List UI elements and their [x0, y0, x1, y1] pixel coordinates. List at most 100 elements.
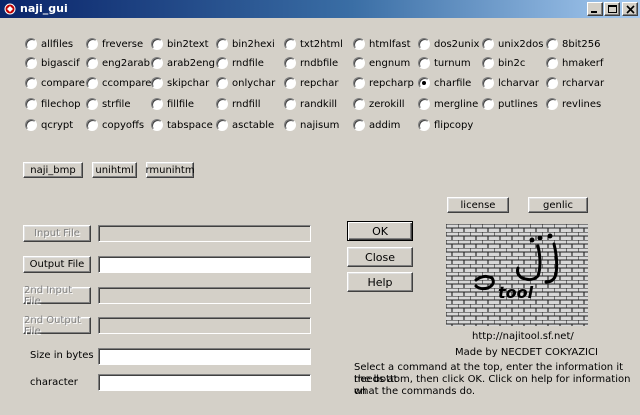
second-input-file-button[interactable]: 2nd Input File [23, 285, 91, 307]
radio-button-icon[interactable] [216, 38, 228, 50]
radio-button-icon[interactable] [284, 98, 296, 110]
close-window-button[interactable] [622, 2, 638, 16]
radio-button-icon[interactable] [151, 57, 163, 69]
genlic-button[interactable]: genlic [528, 197, 588, 213]
radio-button-icon[interactable] [86, 98, 98, 110]
radio-button-icon[interactable] [216, 119, 228, 131]
license-button[interactable]: license [447, 197, 509, 213]
radio-8bit256[interactable]: 8bit256 [546, 36, 601, 52]
radio-button-icon[interactable] [482, 57, 494, 69]
radio-button-icon[interactable] [482, 98, 494, 110]
radio-filechop[interactable]: filechop [25, 96, 81, 112]
title-bar[interactable]: naji_gui [0, 0, 640, 18]
radio-freverse[interactable]: freverse [86, 36, 143, 52]
radio-mergline[interactable]: mergline [418, 96, 478, 112]
radio-button-icon[interactable] [418, 119, 430, 131]
radio-button-icon[interactable] [546, 57, 558, 69]
radio-button-icon[interactable] [86, 119, 98, 131]
output-file-field[interactable] [98, 256, 311, 273]
radio-flipcopy[interactable]: flipcopy [418, 117, 473, 133]
radio-tabspace[interactable]: tabspace [151, 117, 213, 133]
radio-button-icon[interactable] [86, 57, 98, 69]
radio-button-icon[interactable] [86, 38, 98, 50]
radio-button-icon[interactable] [284, 119, 296, 131]
radio-button-icon[interactable] [418, 57, 430, 69]
radio-button-icon[interactable] [25, 98, 37, 110]
radio-lcharvar[interactable]: lcharvar [482, 75, 539, 91]
radio-bin2text[interactable]: bin2text [151, 36, 209, 52]
radio-hmakerf[interactable]: hmakerf [546, 55, 603, 71]
radio-button-icon[interactable] [216, 77, 228, 89]
radio-onlychar[interactable]: onlychar [216, 75, 275, 91]
radio-rndbfile[interactable]: rndbfile [284, 55, 338, 71]
radio-engnum[interactable]: engnum [353, 55, 410, 71]
input-file-button[interactable]: Input File [23, 225, 91, 242]
radio-button-icon[interactable] [353, 77, 365, 89]
radio-eng2arab[interactable]: eng2arab [86, 55, 150, 71]
minimize-button[interactable] [587, 2, 603, 16]
radio-charfile[interactable]: charfile [418, 75, 471, 91]
radio-button-icon[interactable] [151, 119, 163, 131]
radio-compare[interactable]: compare [25, 75, 85, 91]
radio-button-icon[interactable] [284, 57, 296, 69]
size-input[interactable] [98, 348, 311, 365]
radio-arab2eng[interactable]: arab2eng [151, 55, 215, 71]
radio-bin2c[interactable]: bin2c [482, 55, 525, 71]
radio-button-icon[interactable] [25, 77, 37, 89]
radio-rndfill[interactable]: rndfill [216, 96, 260, 112]
radio-ccompare[interactable]: ccompare [86, 75, 151, 91]
radio-repcharp[interactable]: repcharp [353, 75, 414, 91]
radio-button-icon[interactable] [353, 38, 365, 50]
radio-turnum[interactable]: turnum [418, 55, 471, 71]
radio-button-icon[interactable] [25, 38, 37, 50]
maximize-button[interactable] [604, 2, 620, 16]
radio-najisum[interactable]: najisum [284, 117, 339, 133]
radio-copyoffs[interactable]: copyoffs [86, 117, 144, 133]
radio-button-icon[interactable] [546, 98, 558, 110]
radio-button-icon[interactable] [151, 98, 163, 110]
radio-repchar[interactable]: repchar [284, 75, 338, 91]
radio-htmlfast[interactable]: htmlfast [353, 36, 411, 52]
close-button[interactable]: Close [347, 247, 413, 267]
radio-button-icon[interactable] [482, 38, 494, 50]
radio-putlines[interactable]: putlines [482, 96, 538, 112]
radio-button-icon[interactable] [353, 57, 365, 69]
second-input-file-field[interactable] [98, 287, 311, 304]
output-file-button[interactable]: Output File [23, 256, 91, 273]
radio-skipchar[interactable]: skipchar [151, 75, 209, 91]
radio-randkill[interactable]: randkill [284, 96, 337, 112]
radio-rndfile[interactable]: rndfile [216, 55, 264, 71]
radio-allfiles[interactable]: allfiles [25, 36, 73, 52]
radio-rcharvar[interactable]: rcharvar [546, 75, 604, 91]
radio-button-icon[interactable] [418, 77, 430, 89]
radio-button-icon[interactable] [353, 119, 365, 131]
radio-button-icon[interactable] [284, 38, 296, 50]
ok-button[interactable]: OK [347, 221, 413, 241]
radio-asctable[interactable]: asctable [216, 117, 274, 133]
radio-button-icon[interactable] [418, 98, 430, 110]
second-output-file-button[interactable]: 2nd Output File [23, 315, 91, 337]
radio-unix2dos[interactable]: unix2dos [482, 36, 543, 52]
input-file-field[interactable] [98, 225, 311, 242]
unihtml-button[interactable]: unihtml [92, 162, 137, 178]
radio-button-icon[interactable] [418, 38, 430, 50]
radio-button-icon[interactable] [216, 98, 228, 110]
radio-strfile[interactable]: strfile [86, 96, 130, 112]
radio-bigascif[interactable]: bigascif [25, 55, 80, 71]
radio-addim[interactable]: addim [353, 117, 400, 133]
radio-txt2html[interactable]: txt2html [284, 36, 343, 52]
rmunihtm-button[interactable]: rmunihtm [145, 162, 195, 178]
character-input[interactable] [98, 374, 311, 391]
radio-button-icon[interactable] [25, 57, 37, 69]
radio-button-icon[interactable] [284, 77, 296, 89]
radio-fillfile[interactable]: fillfile [151, 96, 194, 112]
help-button[interactable]: Help [347, 272, 413, 292]
radio-button-icon[interactable] [151, 38, 163, 50]
naji-bmp-button[interactable]: naji_bmp [23, 162, 83, 178]
radio-button-icon[interactable] [353, 98, 365, 110]
radio-qcrypt[interactable]: qcrypt [25, 117, 73, 133]
radio-button-icon[interactable] [25, 119, 37, 131]
radio-button-icon[interactable] [216, 57, 228, 69]
radio-revlines[interactable]: revlines [546, 96, 601, 112]
radio-button-icon[interactable] [546, 77, 558, 89]
